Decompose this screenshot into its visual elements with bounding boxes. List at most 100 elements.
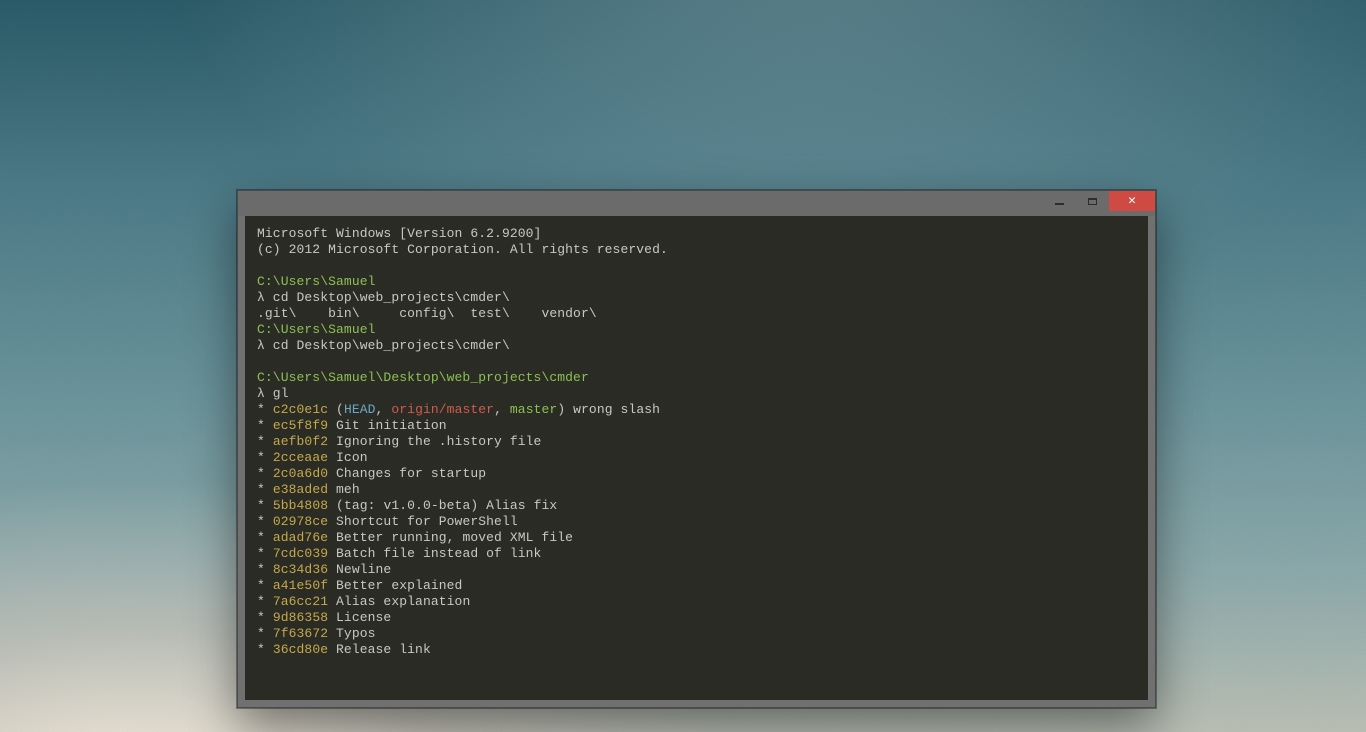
log-msg: Alias fix <box>478 498 557 513</box>
log-star: * <box>257 466 265 481</box>
prompt-lambda: λ <box>257 338 265 353</box>
prompt-path: C:\Users\Samuel <box>257 274 376 289</box>
log-deco-open: ( <box>328 402 344 417</box>
log-msg: meh <box>328 482 360 497</box>
log-hash: e38aded <box>273 482 328 497</box>
log-hash: c2c0e1c <box>273 402 328 417</box>
log-msg: Ignoring the .history file <box>328 434 541 449</box>
terminal-viewport[interactable]: Microsoft Windows [Version 6.2.9200](c) … <box>245 216 1148 700</box>
log-head: HEAD <box>344 402 376 417</box>
window-titlebar[interactable]: ✕ <box>238 191 1155 216</box>
minimize-button[interactable] <box>1043 191 1076 211</box>
log-hash: 36cd80e <box>273 642 328 657</box>
command-line: λ cd Desktop\web_projects\cmder\ <box>257 338 1136 354</box>
prompt-line: C:\Users\Samuel <box>257 322 1136 338</box>
prompt-lambda: λ <box>257 386 265 401</box>
log-msg: wrong slash <box>565 402 660 417</box>
maximize-button[interactable] <box>1076 191 1109 211</box>
git-log-line: * 7a6cc21 Alias explanation <box>257 594 1136 610</box>
log-master: master <box>510 402 557 417</box>
git-log-line: * 9d86358 License <box>257 610 1136 626</box>
log-star: * <box>257 626 265 641</box>
git-log-line: * 5bb4808 (tag: v1.0.0-beta) Alias fix <box>257 498 1136 514</box>
log-msg: Changes for startup <box>328 466 486 481</box>
desktop-wallpaper: ✕ Microsoft Windows [Version 6.2.9200](c… <box>0 0 1366 732</box>
log-hash: 9d86358 <box>273 610 328 625</box>
prompt-line: C:\Users\Samuel <box>257 274 1136 290</box>
log-hash: 7f63672 <box>273 626 328 641</box>
blank-line <box>257 258 1136 274</box>
command-text: gl <box>265 386 289 401</box>
log-hash: a41e50f <box>273 578 328 593</box>
log-msg: Release link <box>328 642 431 657</box>
git-log-line: * 2c0a6d0 Changes for startup <box>257 466 1136 482</box>
command-line: λ cd Desktop\web_projects\cmder\ <box>257 290 1136 306</box>
log-hash: 7cdc039 <box>273 546 328 561</box>
log-star: * <box>257 546 265 561</box>
git-log-line: * ec5f8f9 Git initiation <box>257 418 1136 434</box>
log-msg: Git initiation <box>328 418 447 433</box>
prompt-path: C:\Users\Samuel\Desktop\web_projects\cmd… <box>257 370 589 385</box>
log-msg: License <box>328 610 391 625</box>
log-tag-open: ( <box>328 498 344 513</box>
git-log-line: * c2c0e1c (HEAD, origin/master, master) … <box>257 402 1136 418</box>
log-msg: Typos <box>328 626 375 641</box>
log-hash: 2cceaae <box>273 450 328 465</box>
log-star: * <box>257 562 265 577</box>
prompt-line: C:\Users\Samuel\Desktop\web_projects\cmd… <box>257 370 1136 386</box>
git-log-line: * 2cceaae Icon <box>257 450 1136 466</box>
log-tag: tag: v1.0.0-beta <box>344 498 470 513</box>
log-star: * <box>257 610 265 625</box>
git-log-line: * 7cdc039 Batch file instead of link <box>257 546 1136 562</box>
log-hash: adad76e <box>273 530 328 545</box>
git-log-line: * adad76e Better running, moved XML file <box>257 530 1136 546</box>
log-msg: Better running, moved XML file <box>328 530 573 545</box>
close-button[interactable]: ✕ <box>1109 191 1155 211</box>
log-hash: 2c0a6d0 <box>273 466 328 481</box>
log-star: * <box>257 482 265 497</box>
log-star: * <box>257 498 265 513</box>
log-sep: , <box>494 402 510 417</box>
git-log-line: * 8c34d36 Newline <box>257 562 1136 578</box>
git-log-line: * aefb0f2 Ignoring the .history file <box>257 434 1136 450</box>
git-log-line: * 36cd80e Release link <box>257 642 1136 658</box>
log-msg: Batch file instead of link <box>328 546 541 561</box>
log-hash: 02978ce <box>273 514 328 529</box>
log-star: * <box>257 434 265 449</box>
completion-row: .git\ bin\ config\ test\ vendor\ <box>257 306 1136 322</box>
log-star: * <box>257 530 265 545</box>
banner-line: Microsoft Windows [Version 6.2.9200] <box>257 226 1136 242</box>
log-hash: 5bb4808 <box>273 498 328 513</box>
log-star: * <box>257 402 265 417</box>
close-icon: ✕ <box>1128 194 1136 207</box>
log-origin: origin/master <box>391 402 494 417</box>
prompt-lambda: λ <box>257 290 265 305</box>
log-msg: Newline <box>328 562 391 577</box>
banner-line: (c) 2012 Microsoft Corporation. All righ… <box>257 242 1136 258</box>
log-hash: ec5f8f9 <box>273 418 328 433</box>
log-star: * <box>257 594 265 609</box>
maximize-icon <box>1088 198 1097 205</box>
command-text: cd Desktop\web_projects\cmder\ <box>265 338 510 353</box>
log-sep: , <box>376 402 392 417</box>
log-msg: Shortcut for PowerShell <box>328 514 518 529</box>
log-star: * <box>257 642 265 657</box>
git-log-line: * 02978ce Shortcut for PowerShell <box>257 514 1136 530</box>
git-log-line: * 7f63672 Typos <box>257 626 1136 642</box>
git-log-line: * e38aded meh <box>257 482 1136 498</box>
log-hash: 8c34d36 <box>273 562 328 577</box>
command-text: cd Desktop\web_projects\cmder\ <box>265 290 510 305</box>
git-log-line: * a41e50f Better explained <box>257 578 1136 594</box>
log-star: * <box>257 450 265 465</box>
terminal-window: ✕ Microsoft Windows [Version 6.2.9200](c… <box>237 190 1156 708</box>
minimize-icon <box>1055 203 1064 205</box>
log-hash: aefb0f2 <box>273 434 328 449</box>
log-msg: Better explained <box>328 578 462 593</box>
command-line: λ gl <box>257 386 1136 402</box>
log-star: * <box>257 514 265 529</box>
log-hash: 7a6cc21 <box>273 594 328 609</box>
prompt-path: C:\Users\Samuel <box>257 322 376 337</box>
log-star: * <box>257 418 265 433</box>
log-msg: Icon <box>328 450 368 465</box>
blank-line <box>257 354 1136 370</box>
